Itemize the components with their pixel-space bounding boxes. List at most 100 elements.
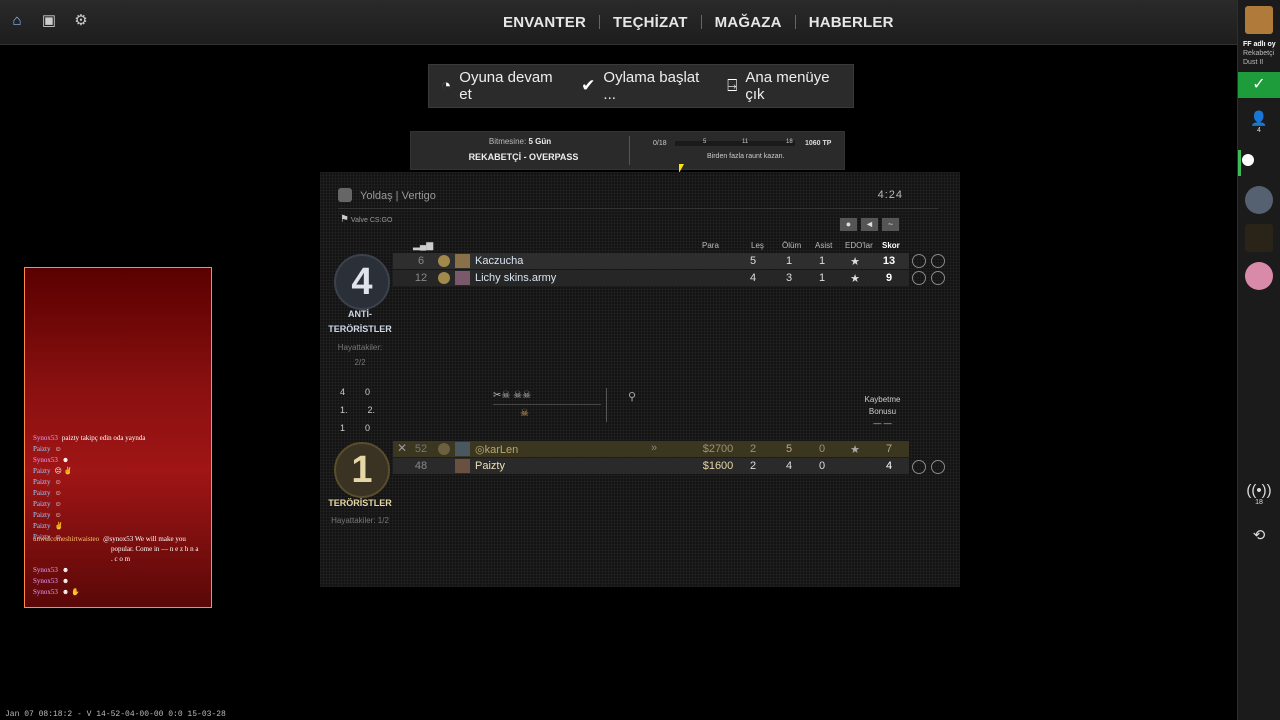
top-nav-bar: ⌂ ▣ ⚙ ENVANTER TEÇHİZAT MAĞAZA HABERLER <box>0 0 1238 45</box>
player-name: Kaczucha <box>475 255 524 267</box>
nav-loadout[interactable]: TEÇHİZAT <box>600 14 701 31</box>
volume-icon[interactable]: ◄ <box>861 218 878 231</box>
friends-sidebar: FF adlı oy Rekabetçi Dust II ✓ 👤 4 ((•))… <box>1237 0 1280 720</box>
player-score: 9 <box>885 272 893 284</box>
chat-message: Synox53 ☻ <box>33 566 69 574</box>
history-icon[interactable]: ⟲ <box>1238 526 1280 544</box>
graph-icon[interactable]: ~ <box>882 218 899 231</box>
gear-icon[interactable]: ⚙ <box>72 12 90 30</box>
profile-icon[interactable]: ● <box>840 218 857 231</box>
report-icon[interactable] <box>931 254 945 268</box>
chat-username: Paizty <box>33 511 51 519</box>
player-ping: 12 <box>414 272 428 284</box>
t-player-row-dead[interactable]: ✕ 52 ◎karLen » $2700 2 5 0 ★ 7 <box>393 441 909 457</box>
ct-score-badge: 4 <box>334 254 390 310</box>
live-streams[interactable]: ((•)) 18 <box>1238 482 1280 506</box>
start-vote-button[interactable]: ✔ Oylama başlat ... <box>569 69 715 103</box>
exit-to-menu-button[interactable]: ⍈ Ana menüye çık <box>715 69 853 103</box>
chat-message: Paizty ☺ <box>33 500 62 508</box>
broadcast-icon: ((•)) <box>1246 482 1272 499</box>
pass-mark: 18 <box>786 139 793 145</box>
t-player-row[interactable]: 48 Paizty $1600 2 4 0 4 <box>393 458 909 474</box>
player-deaths: 4 <box>785 460 793 472</box>
round-history-icons: ✂☠ ☠☠ <box>493 390 532 401</box>
player-ping: 52 <box>414 443 428 455</box>
report-icon[interactable] <box>931 460 945 474</box>
commend-icon[interactable] <box>912 254 926 268</box>
player-name: Paizty <box>475 460 505 472</box>
pass-mark: 5 <box>703 139 707 145</box>
rank-icon <box>438 255 450 267</box>
chat-username: Paizty <box>33 500 51 508</box>
ct-player-actions <box>912 254 945 285</box>
chat-message: Paizty ✌ <box>33 522 63 530</box>
player-score: 13 <box>882 255 896 267</box>
server-label: Valve CS:GO <box>350 217 393 224</box>
accept-check-icon[interactable]: ✓ <box>1238 72 1280 98</box>
chat-message: Synox53 ☻ <box>33 456 69 464</box>
mission-text: Birden fazla raunt kazan. <box>707 153 785 160</box>
chat-username: Paizty <box>33 522 51 530</box>
pass-tp: 1060 TP <box>805 140 832 147</box>
history-ct: 4 <box>340 387 346 397</box>
inventory-icon[interactable]: ▣ <box>40 12 58 30</box>
friend-notice-name: FF adlı oy <box>1243 41 1276 48</box>
friend-avatar[interactable] <box>1245 224 1273 252</box>
mvp-star-icon: ★ <box>850 443 860 456</box>
chat-message: Synox53 ☻ ✋ <box>33 588 80 596</box>
resume-icon: ◔ <box>441 76 452 95</box>
player-money: $1600 <box>702 460 734 472</box>
avatar[interactable] <box>1245 6 1273 34</box>
vote-label: Oylama başlat ... <box>603 69 700 103</box>
chat-message: Synox53 ☻ <box>33 577 69 585</box>
loss-bonus: Kaybetme Bonusu — — <box>860 394 905 430</box>
friends-count-label: 4 <box>1257 127 1261 134</box>
commend-icon[interactable] <box>912 460 926 474</box>
scoreboard-title: Yoldaş | Vertigo <box>360 190 436 202</box>
player-score: 7 <box>885 443 893 455</box>
loss-bonus-label-2: Bonusu <box>868 407 897 416</box>
t-alive: Hayattakiler: 1/2 <box>331 516 389 525</box>
loss-bonus-label-1: Kaybetme <box>864 395 901 404</box>
friends-count[interactable]: 👤 4 <box>1238 110 1280 134</box>
chat-text: ☺ <box>54 500 62 508</box>
chat-message: popular. Come in — n e z h n a <box>107 545 198 553</box>
home-icon[interactable]: ⌂ <box>8 12 26 30</box>
player-name-text: karLen <box>484 444 519 456</box>
col-money: Para <box>702 241 719 250</box>
report-icon[interactable] <box>931 271 945 285</box>
nav-inventory[interactable]: ENVANTER <box>490 14 599 31</box>
col-kills: Leş <box>751 241 764 250</box>
live-count-label: 18 <box>1255 499 1263 506</box>
skull-icon: ☠ <box>520 408 529 419</box>
chat-username: Synox53 <box>33 588 58 596</box>
mission-pass-bar: Bitmesine: 5 Gün REKABETÇİ - OVERPASS 0/… <box>410 131 845 170</box>
player-assists: 1 <box>818 272 826 284</box>
chat-text: ☺ <box>54 445 62 453</box>
half-divider <box>606 388 607 422</box>
ct-player-row[interactable]: 6 Kaczucha 5 1 1 ★ 13 <box>393 253 909 269</box>
history-ct: 1. <box>340 405 348 415</box>
chat-username: Paizty <box>33 478 51 486</box>
player-deaths: 1 <box>785 255 793 267</box>
chat-text: ✌ <box>54 522 64 530</box>
friend-avatar[interactable] <box>1245 262 1273 290</box>
remaining-value: 5 Gün <box>528 137 552 146</box>
ct-player-row[interactable]: 12 Lichy skins.army 4 3 1 ★ 9 <box>393 270 909 286</box>
chat-username: unwelcomeshirtwaisteo <box>33 535 100 543</box>
avatar <box>455 442 470 456</box>
player-deaths: 3 <box>785 272 793 284</box>
player-kills: 4 <box>749 272 757 284</box>
nav-news[interactable]: HABERLER <box>796 14 907 31</box>
game-mode-icon <box>338 188 352 202</box>
commend-icon[interactable] <box>912 271 926 285</box>
chat-username: Paizty <box>33 467 51 475</box>
pass-progress-bar <box>675 141 795 146</box>
chat-text: ☻ <box>61 566 70 574</box>
player-kills: 2 <box>749 443 757 455</box>
chat-text: . c o m <box>111 555 131 563</box>
friend-avatar[interactable] <box>1245 186 1273 214</box>
nav-store[interactable]: MAĞAZA <box>702 14 795 31</box>
resume-game-button[interactable]: ◔ Oyuna devam et <box>429 69 569 103</box>
chat-message: Paizty ☺ <box>33 511 62 519</box>
